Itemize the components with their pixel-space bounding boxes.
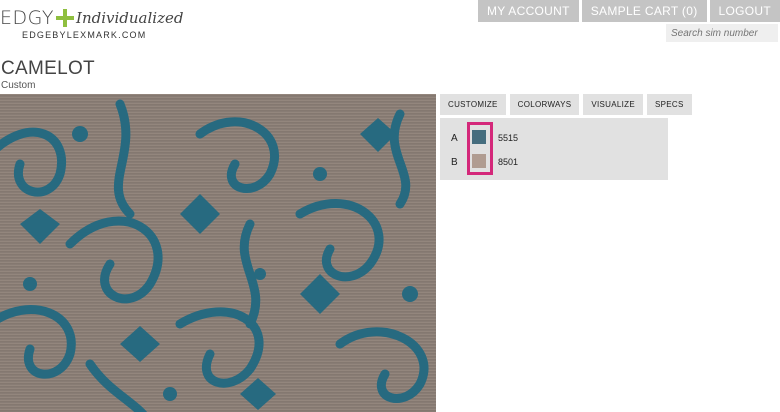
tab-colorways[interactable]: COLORWAYS bbox=[509, 94, 580, 115]
search-input[interactable] bbox=[666, 24, 778, 42]
color-row-letter: A bbox=[451, 132, 458, 144]
color-row-b[interactable]: B 8501 bbox=[440, 152, 518, 172]
rug-pattern bbox=[0, 94, 436, 412]
tab-customize[interactable]: CUSTOMIZE bbox=[440, 94, 506, 115]
color-panel: A 5515 B 8501 bbox=[440, 118, 668, 180]
color-swatch bbox=[472, 130, 486, 144]
brand-logo[interactable]: EDGY Individualized bbox=[0, 4, 183, 32]
color-code: 8501 bbox=[498, 157, 519, 167]
brand-domain: EDGEBYLEXMARK.COM bbox=[22, 30, 147, 40]
rug-preview-image bbox=[0, 94, 436, 412]
product-tabs: CUSTOMIZE COLORWAYS VISUALIZE SPECS bbox=[440, 94, 696, 115]
sample-cart-button[interactable]: SAMPLE CART (0) bbox=[581, 0, 707, 22]
my-account-button[interactable]: MY ACCOUNT bbox=[477, 0, 579, 22]
color-row-a[interactable]: A 5515 bbox=[440, 128, 518, 148]
color-swatch bbox=[472, 154, 486, 168]
logo-edgy-text: EDGY bbox=[0, 7, 55, 29]
top-navigation: MY ACCOUNT SAMPLE CART (0) LOGOUT bbox=[475, 0, 780, 22]
page-title: CAMELOT bbox=[1, 58, 95, 79]
color-code: 5515 bbox=[498, 133, 519, 143]
color-swatch-button[interactable] bbox=[466, 151, 492, 173]
plus-icon bbox=[56, 9, 75, 27]
tab-specs[interactable]: SPECS bbox=[646, 94, 692, 115]
color-swatch-button[interactable] bbox=[466, 127, 492, 149]
page-subtitle: Custom bbox=[1, 80, 36, 91]
color-row-letter: B bbox=[451, 156, 458, 168]
logo-individualized-text: Individualized bbox=[76, 9, 184, 27]
logout-button[interactable]: LOGOUT bbox=[709, 0, 780, 22]
tab-visualize[interactable]: VISUALIZE bbox=[583, 94, 643, 115]
